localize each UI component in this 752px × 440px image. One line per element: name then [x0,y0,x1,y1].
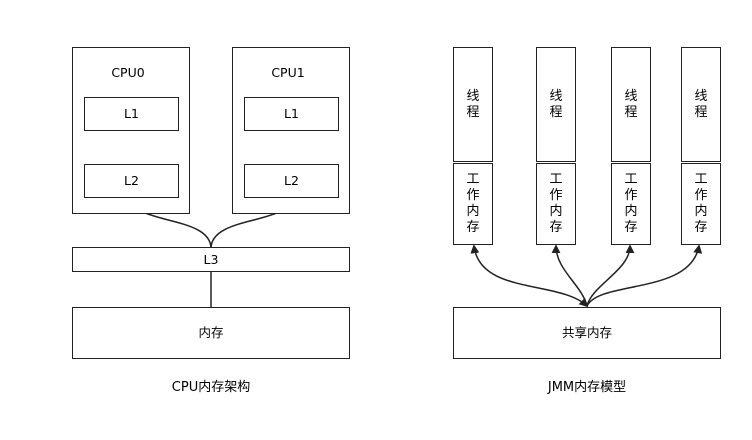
main-memory-label: 内存 [198,325,224,340]
cpu-caption: CPU内存架构 [171,380,251,395]
cpu0-label: CPU0 [111,65,145,80]
thread-3-label: 线程 [624,89,638,120]
l3-label: L3 [203,252,219,267]
cpu1-l2-label: L2 [284,173,299,188]
shared-to-work-mem-4-arrow [586,244,703,307]
cpu0-l2-label: L2 [124,173,139,188]
cpu1-l1-label: L1 [284,106,299,121]
shared-memory-label: 共享内存 [561,325,612,340]
work-memory-2-label: 工作内存 [549,172,563,235]
jmm-caption: JMM内存模型 [547,380,627,395]
work-memory-1-label: 工作内存 [466,172,480,235]
thread-2-label: 线程 [549,89,563,120]
shared-to-work-mem-1-arrow [470,244,589,308]
thread-4-label: 线程 [694,89,708,120]
work-memory-4-label: 工作内存 [694,172,708,235]
work-memory-3-label: 工作内存 [624,172,638,235]
cpu1-label: CPU1 [271,65,305,80]
shared-to-work-mem-3-arrow [586,244,635,307]
cpu0-l1-label: L1 [124,106,139,121]
thread-1-label: 线程 [466,89,480,120]
